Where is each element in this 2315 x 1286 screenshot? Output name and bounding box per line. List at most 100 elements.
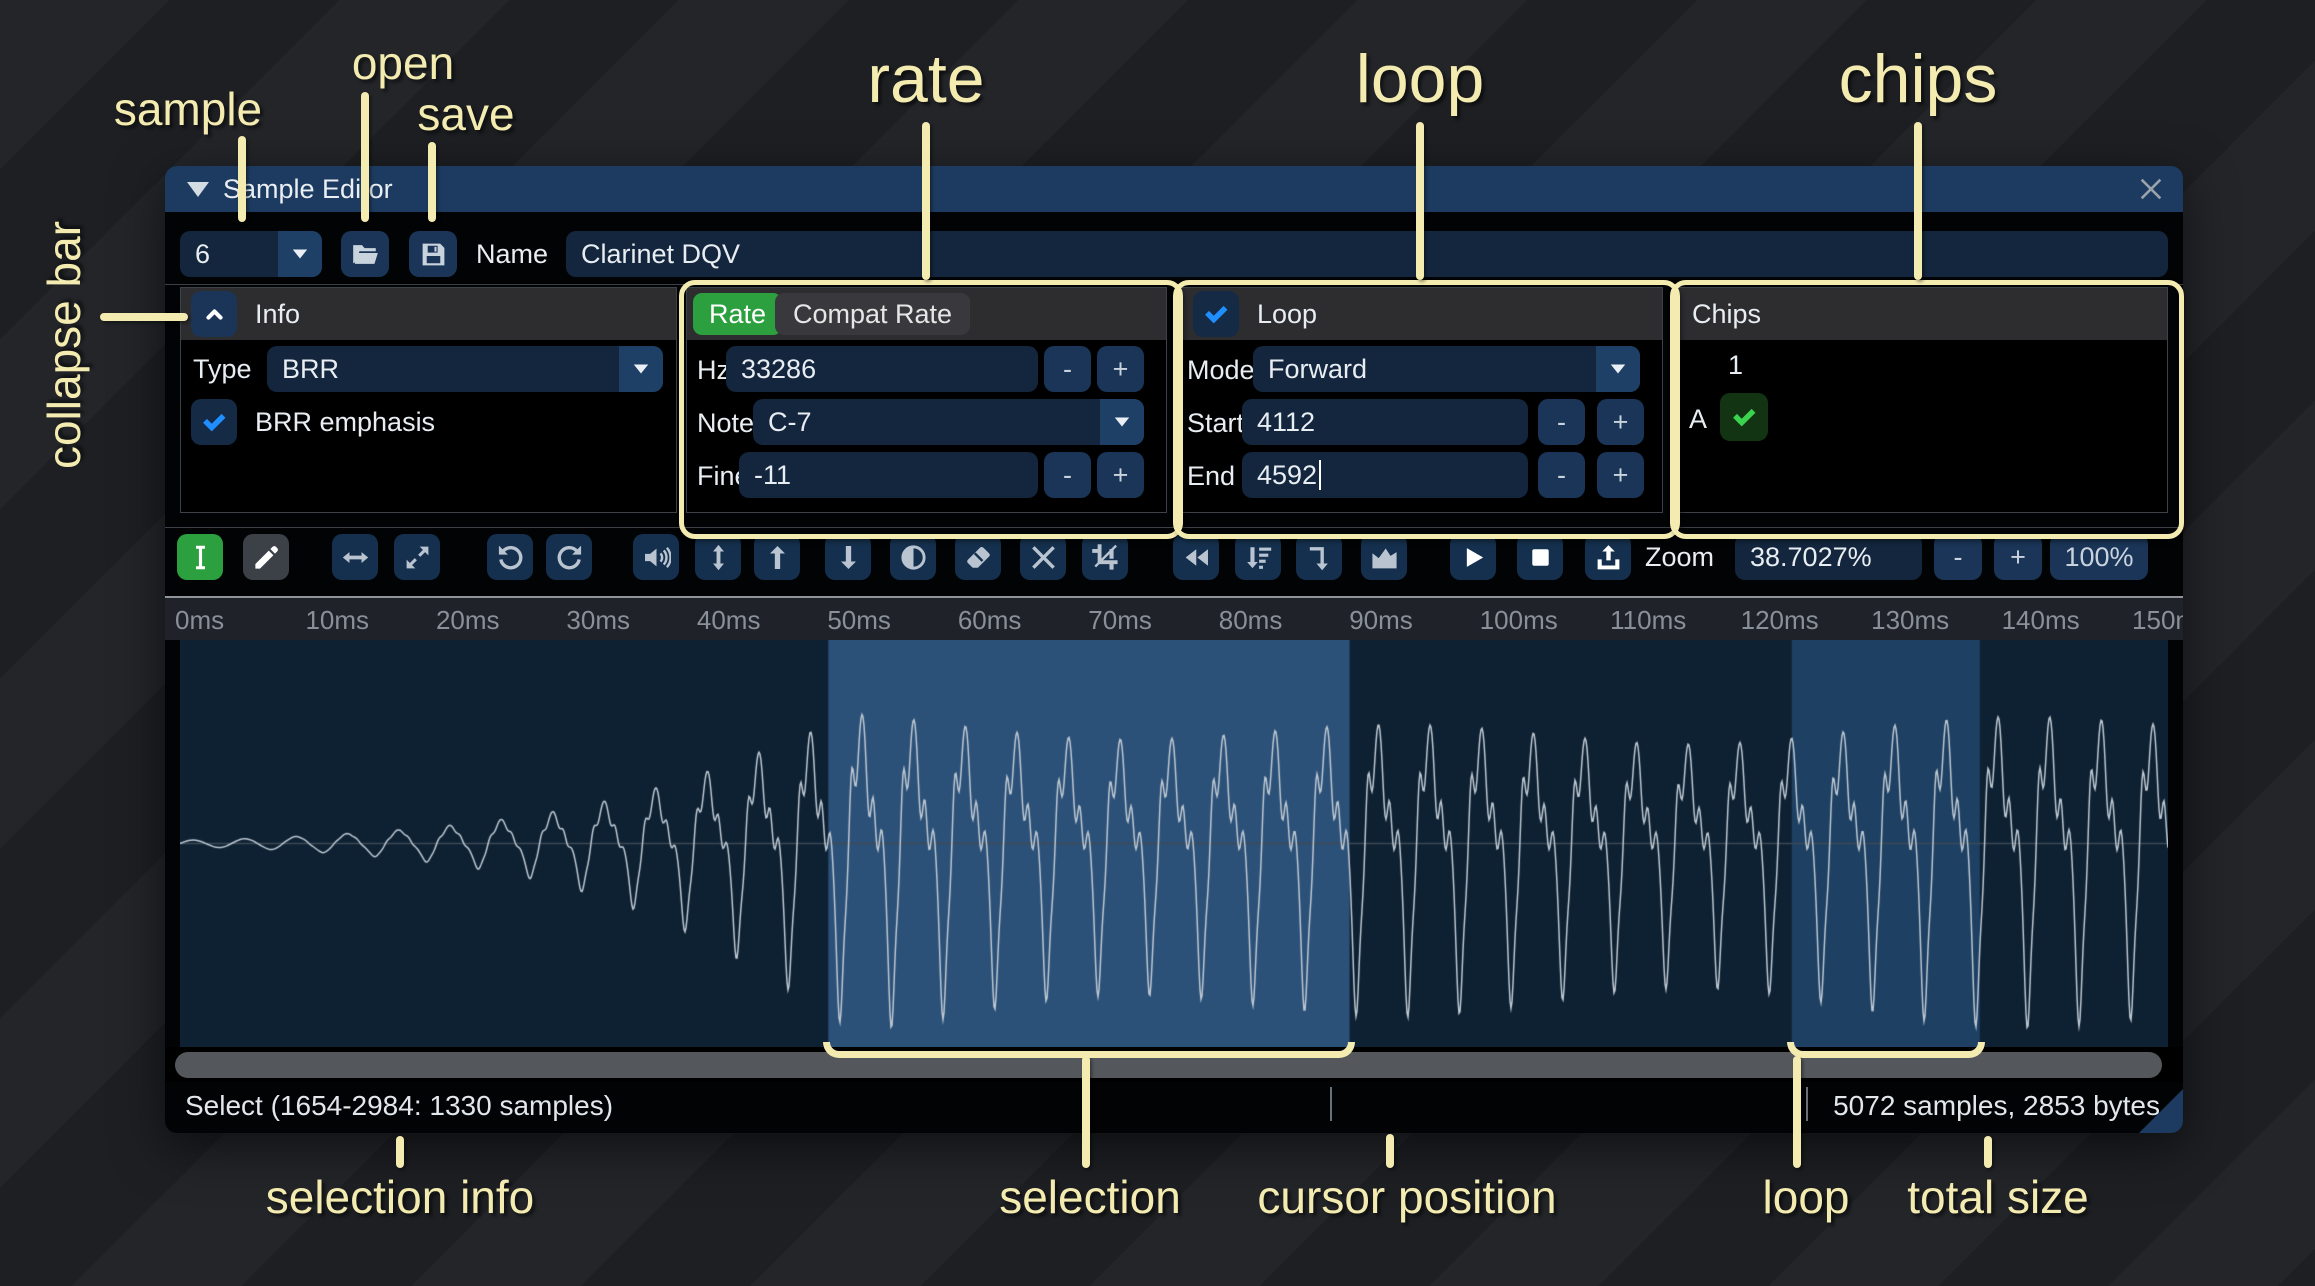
chevron-up-icon	[205, 308, 223, 320]
name-input[interactable]: Clarinet DQV	[566, 231, 2168, 277]
resize-button[interactable]	[332, 534, 378, 580]
check-icon	[1733, 408, 1756, 427]
zoom-out-button[interactable]: -	[1934, 534, 1982, 580]
hz-minus-button[interactable]: -	[1044, 346, 1091, 392]
normalize-button[interactable]	[695, 534, 741, 580]
amplify-button[interactable]	[633, 534, 679, 580]
chips-panel-header: Chips	[1678, 288, 2167, 340]
hz-plus-button[interactable]: +	[1097, 346, 1144, 392]
chevron-down-icon[interactable]	[1100, 399, 1144, 445]
text-caret	[1319, 460, 1322, 490]
undo-icon	[498, 545, 522, 569]
ruler-label: 100ms	[1479, 605, 1558, 635]
fine-plus-button[interactable]: +	[1097, 452, 1144, 498]
fade-out-button[interactable]	[825, 534, 871, 580]
open-sample-button[interactable]	[341, 231, 389, 277]
chevron-down-icon[interactable]	[1596, 346, 1640, 392]
invert-button[interactable]	[890, 534, 936, 580]
annotation-chips: chips	[1838, 41, 1998, 117]
ruler-label: 130ms	[1871, 605, 1950, 635]
delete-button[interactable]	[1020, 534, 1066, 580]
info-panel: Info Type BRR BRR emphasis	[180, 287, 677, 513]
brr-emphasis-checkbox[interactable]	[191, 399, 237, 445]
loop-enable-checkbox[interactable]	[1193, 291, 1239, 337]
ruler-label: 80ms	[1218, 605, 1283, 635]
annotation-sample: sample	[113, 83, 263, 135]
title-bar[interactable]: Sample Editor	[165, 166, 2183, 212]
adjust-contrast-icon	[900, 544, 926, 570]
save-sample-button[interactable]	[409, 231, 457, 277]
time-ruler[interactable]: 0ms 10ms 20ms 30ms 40ms 50ms 60ms 70ms 80ms 90ms 1…	[165, 598, 2183, 640]
loop-end-plus-button[interactable]: +	[1597, 452, 1644, 498]
edit-mode-draw-button[interactable]	[243, 534, 289, 580]
annotation-bracket-selection	[823, 1042, 1355, 1058]
chevron-down-icon[interactable]	[278, 231, 322, 277]
loop-start-input[interactable]: 4112	[1242, 399, 1528, 445]
tab-compat-rate[interactable]: Compat Rate	[775, 293, 971, 335]
info-panel-header: Info	[181, 288, 676, 340]
screenshot-stage: Sample Editor 6 Name Clarinet DQV Info T…	[0, 0, 2315, 1286]
check-icon	[1205, 305, 1228, 324]
chip-1-checkbox[interactable]	[1720, 393, 1768, 441]
tab-rate[interactable]: Rate	[693, 293, 783, 335]
edit-mode-select-button[interactable]	[177, 534, 223, 580]
zoom-label: Zoom	[1645, 542, 1715, 572]
sample-editor-window: Sample Editor 6 Name Clarinet DQV Info T…	[165, 166, 2183, 1133]
zoom-input[interactable]: 38.7027%	[1735, 534, 1922, 580]
ruler-label: 30ms	[566, 605, 630, 635]
fine-input[interactable]: -11	[739, 452, 1038, 498]
loop-start-plus-button[interactable]: +	[1597, 399, 1644, 445]
crop-icon	[1091, 543, 1118, 570]
annotation-line-open	[361, 92, 369, 222]
loop-start-minus-button[interactable]: -	[1538, 399, 1585, 445]
zoom-in-button[interactable]: +	[1994, 534, 2042, 580]
annotation-bracket-loop	[1787, 1042, 1985, 1058]
fine-minus-button[interactable]: -	[1044, 452, 1091, 498]
window-collapse-icon[interactable]	[187, 181, 209, 197]
preview-play-button[interactable]	[1450, 534, 1496, 580]
loop-mode-dropdown[interactable]: Forward	[1253, 346, 1640, 392]
create-wavetable-button[interactable]	[1361, 534, 1407, 580]
upload-button[interactable]	[1585, 534, 1631, 580]
window-resize-grip[interactable]	[2139, 1089, 2183, 1133]
annotation-save: save	[417, 88, 515, 140]
type-value: BRR	[282, 353, 340, 384]
ruler-label: 0ms	[175, 605, 225, 635]
annotation-line-loop-bottom	[1793, 1056, 1801, 1168]
loop-panel-header	[1181, 288, 1662, 340]
annotation-rate: rate	[867, 41, 985, 117]
loop-end-input[interactable]: 4592	[1242, 452, 1528, 498]
brr-emphasis-label: BRR emphasis	[255, 407, 436, 437]
note-label: Note	[697, 408, 755, 438]
zoom-reset-button[interactable]: 100%	[2050, 534, 2148, 580]
close-icon[interactable]	[2137, 175, 2165, 203]
info-collapse-button[interactable]	[191, 291, 237, 337]
resample-button[interactable]	[394, 534, 440, 580]
ruler-label: 70ms	[1088, 605, 1152, 635]
hz-input[interactable]: 33286	[726, 346, 1038, 392]
ruler-label: 20ms	[435, 605, 500, 635]
expand-arrows-icon	[406, 546, 428, 568]
trim-button[interactable]	[1082, 534, 1128, 580]
ruler-label: 110ms	[1610, 605, 1687, 635]
chevron-down-icon[interactable]	[619, 346, 663, 392]
downsample-button[interactable]	[1235, 534, 1281, 580]
waveform-canvas[interactable]	[180, 640, 2168, 1047]
reverse-button[interactable]	[1173, 534, 1219, 580]
annotation-line-selection-info	[396, 1136, 404, 1168]
divider	[165, 527, 2183, 528]
annotation-line-rate	[922, 122, 930, 280]
preview-stop-button[interactable]	[1517, 534, 1563, 580]
sample-number-dropdown[interactable]: 6	[180, 231, 322, 277]
check-icon	[203, 413, 226, 432]
status-total-size: 5072 samples, 2853 bytes	[1833, 1090, 2160, 1121]
i-beam-cursor-icon	[195, 545, 205, 569]
type-dropdown[interactable]: BRR	[267, 346, 663, 392]
silence-button[interactable]	[955, 534, 1001, 580]
insert-button[interactable]	[1296, 534, 1342, 580]
undo-button[interactable]	[487, 534, 533, 580]
loop-end-minus-button[interactable]: -	[1538, 452, 1585, 498]
redo-button[interactable]	[546, 534, 592, 580]
note-dropdown[interactable]: C-7	[753, 399, 1144, 445]
fade-in-button[interactable]	[754, 534, 800, 580]
